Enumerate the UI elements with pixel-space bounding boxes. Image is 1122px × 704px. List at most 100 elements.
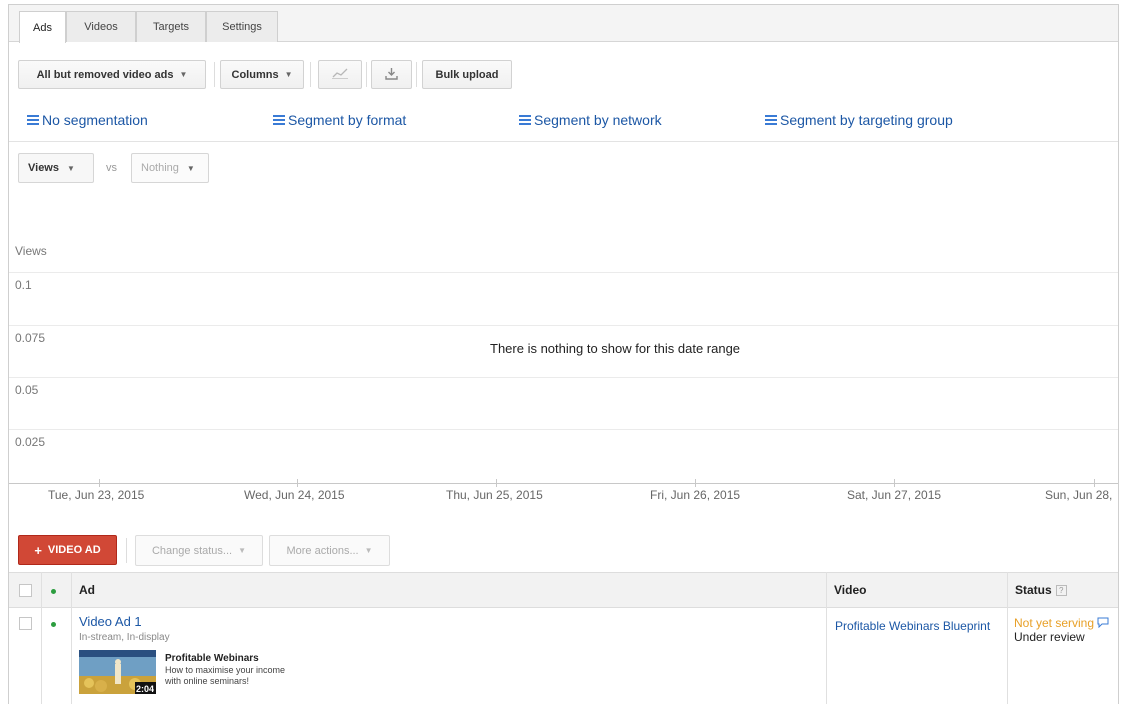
video-column-header[interactable]: Video [834,583,866,597]
gridline [9,377,1118,378]
ad-formats: In-stream, In-display [79,632,170,643]
comparison-metric-dropdown[interactable]: Nothing ▼ [131,153,209,183]
toolbar-divider [126,538,127,563]
tab-targets[interactable]: Targets [136,11,206,42]
y-tick-label: 0.05 [15,383,39,397]
segment-icon [765,115,777,125]
ad-filter-dropdown[interactable]: All but removed video ads ▼ [18,60,206,89]
segment-icon [519,115,531,125]
column-divider [1007,572,1008,704]
x-tick [496,479,497,487]
bulk-upload-label: Bulk upload [435,68,499,81]
bulk-upload-button[interactable]: Bulk upload [422,60,512,89]
add-video-ad-button[interactable]: + VIDEO AD [18,535,117,565]
primary-metric-label: Views [28,162,59,174]
chart-x-axis [9,483,1118,484]
comparison-metric-label: Nothing [141,162,179,174]
column-divider [41,572,42,704]
x-tick [99,479,100,487]
change-status-label: Change status... [151,544,233,557]
x-tick [695,479,696,487]
x-tick-label: Sat, Jun 27, 2015 [847,488,942,502]
segment-by-format-label: Segment by format [288,112,407,128]
video-link[interactable]: Profitable Webinars Blueprint [835,619,990,633]
more-actions-label: More actions... [286,544,359,557]
toolbar-divider [366,62,367,87]
segment-by-network-link[interactable]: Segment by network [519,112,662,128]
x-tick-label: Tue, Jun 23, 2015 [48,488,145,502]
segment-by-network-label: Segment by network [534,112,662,128]
x-tick-label: Wed, Jun 24, 2015 [244,488,345,502]
chart-y-axis-label: Views [15,244,47,258]
promo-title: Profitable Webinars [165,653,259,664]
download-icon [385,67,398,83]
segment-by-targeting-group-link[interactable]: Segment by targeting group [765,112,953,128]
promo-description-line1: How to maximise your income [165,665,286,675]
segment-by-targeting-group-label: Segment by targeting group [780,112,953,128]
comment-icon[interactable] [1097,617,1109,631]
chevron-down-icon: ▼ [364,546,373,555]
video-duration: 2:04 [135,684,154,694]
column-divider [71,572,72,704]
segment-by-format-link[interactable]: Segment by format [273,112,406,128]
toolbar-divider [214,62,215,87]
ad-name-link[interactable]: Video Ad 1 [79,614,142,629]
tab-videos[interactable]: Videos [66,11,136,42]
status-header-label: Status [1015,583,1052,597]
chevron-down-icon: ▼ [67,163,75,173]
ad-column-header[interactable]: Ad [79,583,95,597]
y-tick-label: 0.025 [15,435,46,449]
add-video-ad-label: VIDEO AD [47,544,101,556]
row-checkbox[interactable] [19,617,32,630]
select-all-checkbox[interactable] [19,584,32,597]
ads-table-header: Ad Video Status? [9,572,1118,608]
x-tick-label: Thu, Jun 25, 2015 [446,488,543,502]
tab-settings[interactable]: Settings [206,11,278,42]
y-tick-label: 0.1 [15,278,32,292]
ad-filter-label: All but removed video ads [36,68,174,81]
x-tick [1094,479,1095,487]
toolbar-divider [310,62,311,87]
line-chart-icon [332,67,348,82]
segment-icon [273,115,285,125]
column-divider [826,572,827,704]
tab-ads[interactable]: Ads [19,11,66,43]
status-column-header[interactable]: Status? [1015,583,1067,597]
chevron-down-icon: ▼ [179,70,188,79]
columns-label: Columns [231,68,279,81]
status-primary-text: Not yet serving [1014,616,1095,630]
enabled-status-dot-icon[interactable] [51,622,56,627]
columns-button[interactable]: Columns ▼ [220,60,304,89]
status-not-serving: Not yet serving [1014,616,1109,631]
x-tick [894,479,895,487]
primary-metric-dropdown[interactable]: Views ▼ [18,153,94,183]
no-segmentation-link[interactable]: No segmentation [27,112,148,128]
status-secondary-text: Under review [1014,630,1085,644]
change-status-dropdown[interactable]: Change status... ▼ [135,535,263,566]
status-dot-icon [51,589,56,594]
gridline [9,325,1118,326]
plus-icon: + [34,542,42,558]
more-actions-dropdown[interactable]: More actions... ▼ [269,535,390,566]
chevron-down-icon: ▼ [186,163,195,173]
tab-bar: Ads Videos Targets Settings [9,5,1118,43]
toolbar-divider [416,62,417,87]
section-divider [9,141,1118,142]
gridline [9,429,1118,430]
chevron-down-icon: ▼ [284,70,293,79]
vs-label: vs [106,162,117,174]
help-icon[interactable]: ? [1055,585,1067,597]
gridline [9,272,1118,273]
download-button[interactable] [371,60,412,89]
no-segmentation-label: No segmentation [42,112,148,128]
y-tick-label: 0.075 [15,331,46,345]
x-tick [297,479,298,487]
video-thumbnail[interactable]: 2:04 [79,650,156,694]
toggle-chart-button[interactable] [318,60,362,89]
x-tick-label: Fri, Jun 26, 2015 [650,488,741,502]
segment-icon [27,115,39,125]
chevron-down-icon: ▼ [238,546,247,555]
promo-description-line2: with online seminars! [165,676,250,686]
campaign-ads-panel: Ads Videos Targets Settings All but remo… [8,4,1119,704]
chart-empty-message: There is nothing to show for this date r… [490,341,741,356]
